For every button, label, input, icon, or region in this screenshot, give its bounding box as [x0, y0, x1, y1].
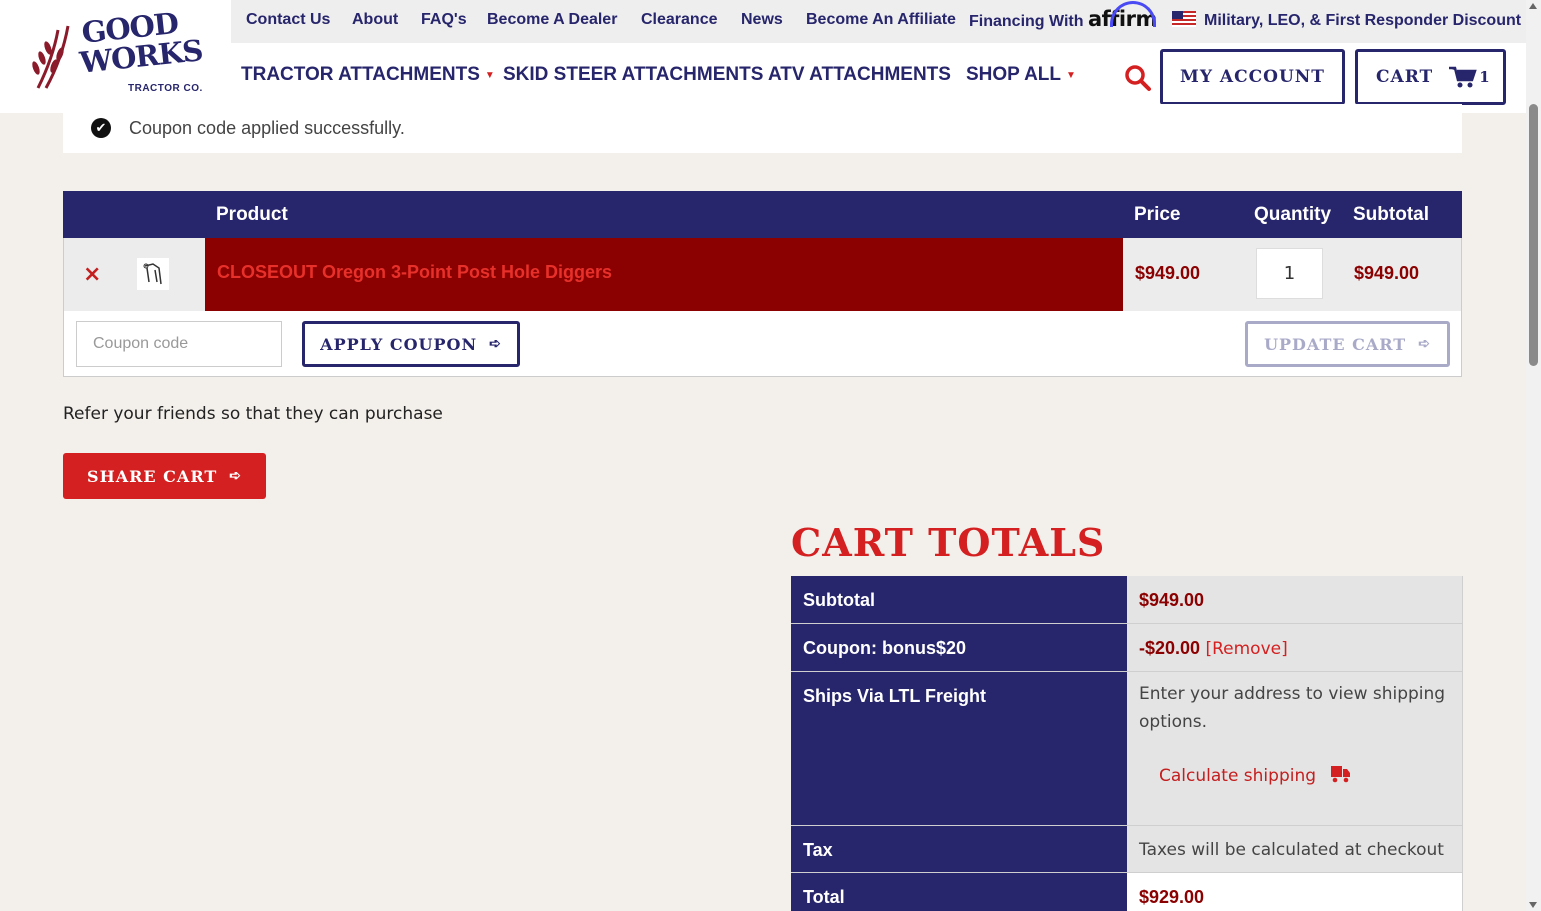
cart-table-header: Product Price Quantity Subtotal — [63, 191, 1462, 238]
share-cart-button[interactable]: SHARE CART ➪ — [63, 453, 266, 499]
scroll-up-icon[interactable] — [1529, 3, 1537, 9]
item-price: $949.00 — [1135, 263, 1201, 283]
nav-atv-attachments[interactable]: ATV ATTACHMENTS — [768, 64, 951, 86]
item-subtotal: $949.00 — [1354, 263, 1420, 283]
nav-tractor-attachments[interactable]: TRACTOR ATTACHMENTS ▼ — [241, 64, 495, 86]
referral-text: Refer your friends so that they can purc… — [63, 404, 443, 424]
caret-down-icon: ▼ — [484, 70, 495, 81]
my-account-button[interactable]: MY ACCOUNT — [1160, 49, 1345, 105]
topnav-military-discount[interactable]: Military, LEO, & First Responder Discoun… — [1172, 11, 1521, 30]
shipping-text: Enter your address to view shipping opti… — [1139, 684, 1446, 732]
arrow-right-icon: ➪ — [229, 468, 242, 484]
scrollbar-thumb[interactable] — [1529, 104, 1538, 366]
shipping-label: Ships Via LTL Freight — [791, 672, 1127, 825]
coupon-label: Coupon: bonus$20 — [791, 624, 1127, 671]
topnav-contact-us[interactable]: Contact Us — [246, 11, 330, 29]
header-quantity: Quantity — [1254, 204, 1332, 225]
subtotal-value: $949.00 — [1139, 590, 1205, 610]
page-scrollbar[interactable] — [1526, 0, 1541, 911]
topnav-financing[interactable]: Financing With affirm — [969, 1, 1157, 31]
remove-coupon-link[interactable]: [Remove] — [1205, 639, 1287, 659]
subtotal-label: Subtotal — [791, 576, 1127, 623]
scroll-down-icon[interactable] — [1529, 902, 1537, 908]
post-hole-digger-icon — [143, 263, 162, 285]
utility-nav: Contact Us About FAQ's Become A Dealer C… — [231, 0, 1526, 43]
update-cart-button[interactable]: UPDATE CART ➪ — [1245, 321, 1450, 367]
apply-coupon-button[interactable]: APPLY COUPON ➪ — [302, 321, 520, 367]
totals-row-tax: Tax Taxes will be calculated at checkout — [791, 826, 1463, 873]
remove-item-icon[interactable]: × — [83, 262, 101, 287]
table-row: × CLOSEOUT Oregon 3-Point Post Hole Digg… — [63, 238, 1462, 311]
product-name-link[interactable]: CLOSEOUT Oregon 3-Point Post Hole Digger… — [217, 262, 612, 283]
totals-row-coupon: Coupon: bonus$20 -$20.00 [Remove] — [791, 624, 1463, 672]
financing-label: Financing With — [969, 13, 1084, 30]
check-circle-icon: ✔ — [91, 118, 111, 138]
cart-label: CART — [1376, 67, 1434, 87]
apply-coupon-label: APPLY COUPON — [320, 334, 478, 354]
header-product: Product — [216, 204, 288, 225]
nav-shop-all[interactable]: SHOP ALL ▼ — [966, 64, 1076, 86]
share-cart-label: SHARE CART — [87, 466, 218, 486]
notice-message: Coupon code applied successfully. — [129, 118, 405, 138]
topnav-faqs[interactable]: FAQ's — [421, 11, 467, 29]
coupon-value: -$20.00 — [1139, 638, 1201, 658]
coupon-code-input[interactable] — [76, 321, 282, 367]
tax-value: Taxes will be calculated at checkout — [1127, 826, 1463, 872]
cart-actions: APPLY COUPON ➪ UPDATE CART ➪ — [63, 311, 1462, 377]
wheat-icon — [32, 25, 70, 89]
topnav-become-dealer[interactable]: Become A Dealer — [487, 11, 617, 29]
cart-count-badge: 1 — [1479, 68, 1491, 86]
arrow-right-icon: ➪ — [1418, 336, 1431, 352]
header-price: Price — [1134, 204, 1181, 225]
product-thumbnail[interactable] — [137, 258, 169, 290]
cart-icon — [1449, 66, 1477, 88]
discount-label: Military, LEO, & First Responder Discoun… — [1204, 12, 1522, 29]
calculate-shipping-label: Calculate shipping — [1159, 766, 1317, 786]
us-flag-icon — [1172, 11, 1196, 27]
quantity-input[interactable] — [1256, 248, 1323, 299]
truck-icon — [1331, 766, 1351, 783]
totals-row-total: Total $929.00 — [791, 873, 1463, 911]
total-value: $929.00 — [1139, 887, 1205, 907]
affirm-logo: affirm — [1088, 1, 1157, 31]
calculate-shipping-link[interactable]: Calculate shipping — [1159, 762, 1351, 790]
site-logo[interactable]: GOOD WORKS TRACTOR CO. — [28, 6, 208, 98]
totals-row-subtotal: Subtotal $949.00 — [791, 576, 1463, 624]
tax-label: Tax — [791, 826, 1127, 872]
product-cell: CLOSEOUT Oregon 3-Point Post Hole Digger… — [205, 238, 1123, 311]
total-label: Total — [791, 873, 1127, 911]
update-cart-label: UPDATE CART — [1264, 334, 1407, 354]
topnav-become-affiliate[interactable]: Become An Affiliate — [806, 11, 956, 29]
cart-table: Product Price Quantity Subtotal × CLOSEO… — [63, 191, 1462, 377]
nav-skid-steer-attachments[interactable]: SKID STEER ATTACHMENTS — [503, 64, 763, 86]
cart-totals-table: Subtotal $949.00 Coupon: bonus$20 -$20.0… — [791, 576, 1463, 911]
topnav-news[interactable]: News — [741, 11, 783, 29]
caret-down-icon: ▼ — [1066, 70, 1076, 81]
success-notice: ✔ Coupon code applied successfully. — [63, 104, 1462, 153]
topnav-about[interactable]: About — [352, 11, 398, 29]
topnav-clearance[interactable]: Clearance — [641, 11, 718, 29]
cart-button[interactable]: CART 1 — [1355, 49, 1506, 105]
header-subtotal: Subtotal — [1353, 204, 1429, 225]
cart-totals-title: CART TOTALS — [791, 520, 1106, 565]
logo-subtitle: TRACTOR CO. — [128, 83, 203, 94]
site-header: GOOD WORKS TRACTOR CO. Contact Us About … — [0, 0, 1526, 113]
search-icon[interactable] — [1124, 64, 1152, 92]
arrow-right-icon: ➪ — [489, 336, 502, 352]
totals-row-shipping: Ships Via LTL Freight Enter your address… — [791, 672, 1463, 826]
